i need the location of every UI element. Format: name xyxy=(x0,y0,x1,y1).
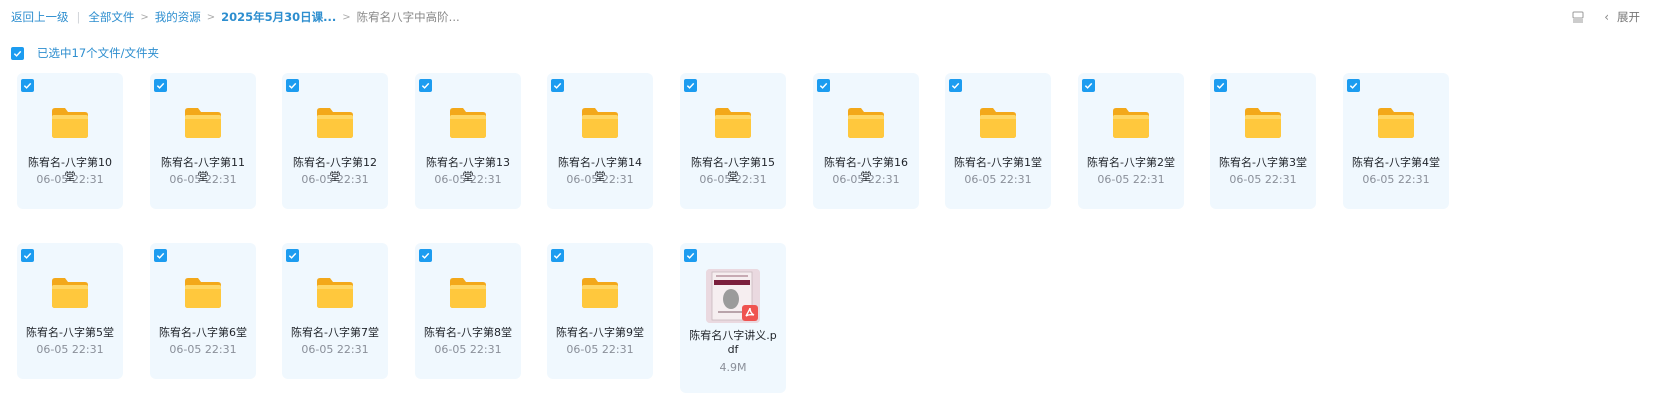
chevron-left-icon: ‹ xyxy=(1604,10,1609,24)
folder-card[interactable]: 陈宥名-八字第4堂 06-05 22:31 xyxy=(1343,73,1449,209)
checkbox-checked-icon[interactable] xyxy=(21,79,34,92)
folder-icon xyxy=(1376,105,1416,145)
folder-card[interactable]: 陈宥名-八字第5堂 06-05 22:31 xyxy=(17,243,123,379)
modified-time: 06-05 22:31 xyxy=(301,343,369,356)
folder-card[interactable]: 陈宥名-八字第3堂 06-05 22:31 xyxy=(1210,73,1316,209)
modified-time: 06-05 22:31 xyxy=(36,173,104,186)
modified-time: 06-05 22:31 xyxy=(434,343,502,356)
chevron-right-icon: > xyxy=(206,11,216,23)
breadcrumb-item-current: 陈宥名八字中高阶... xyxy=(356,10,460,24)
folder-icon xyxy=(183,275,223,315)
folder-card[interactable]: 陈宥名-八字第9堂 06-05 22:31 xyxy=(547,243,653,379)
checkbox-checked-icon[interactable] xyxy=(1214,79,1227,92)
folder-card[interactable]: 陈宥名-八字第13堂 06-05 22:31 xyxy=(415,73,521,209)
folder-card[interactable]: 陈宥名-八字第15堂 06-05 22:31 xyxy=(680,73,786,209)
checkbox-checked-icon[interactable] xyxy=(21,249,34,262)
checkbox-checked-icon[interactable] xyxy=(551,79,564,92)
folder-icon xyxy=(50,105,90,145)
folder-card[interactable]: 陈宥名-八字第12堂 06-05 22:31 xyxy=(282,73,388,209)
expand-label: 展开 xyxy=(1617,10,1640,24)
folder-icon xyxy=(448,275,488,315)
modified-time: 06-05 22:31 xyxy=(1229,173,1297,186)
back-link[interactable]: 返回上一级 xyxy=(11,9,69,25)
top-bar: 返回上一级 | 全部文件 > 我的资源 > 2025年5月30日课... > 陈… xyxy=(0,0,1656,34)
select-all-checkbox[interactable] xyxy=(11,46,24,60)
pdf-thumbnail xyxy=(706,269,760,323)
modified-time: 06-05 22:31 xyxy=(1362,173,1430,186)
modified-time: 06-05 22:31 xyxy=(169,173,237,186)
file-name: 陈宥名-八字第1堂 xyxy=(954,156,1042,169)
view-tools: ‹ 展开 xyxy=(1570,9,1640,25)
modified-time: 06-05 22:31 xyxy=(699,173,767,186)
selection-count: 已选中17个文件/文件夹 xyxy=(37,46,160,60)
folder-icon xyxy=(580,275,620,315)
file-name: 陈宥名-八字第4堂 xyxy=(1352,156,1440,169)
modified-time: 06-05 22:31 xyxy=(566,173,634,186)
folder-card[interactable]: 陈宥名-八字第10堂 06-05 22:31 xyxy=(17,73,123,209)
checkbox-checked-icon[interactable] xyxy=(684,249,697,262)
checkbox-checked-icon[interactable] xyxy=(1082,79,1095,92)
separator: | xyxy=(76,10,81,24)
folder-icon xyxy=(183,105,223,145)
modified-time: 06-05 22:31 xyxy=(434,173,502,186)
file-card-pdf[interactable]: 陈宥名八字讲义.pdf 4.9M xyxy=(680,243,786,393)
folder-icon xyxy=(713,105,753,145)
folder-icon xyxy=(315,105,355,145)
checkbox-checked-icon[interactable] xyxy=(551,249,564,262)
folder-card[interactable]: 陈宥名-八字第6堂 06-05 22:31 xyxy=(150,243,256,379)
folder-card[interactable]: 陈宥名-八字第14堂 06-05 22:31 xyxy=(547,73,653,209)
file-name: 陈宥名八字讲义.pdf xyxy=(689,329,777,356)
modified-time: 06-05 22:31 xyxy=(566,343,634,356)
modified-time: 06-05 22:31 xyxy=(169,343,237,356)
expand-button[interactable]: ‹ 展开 xyxy=(1604,9,1640,25)
folder-icon xyxy=(50,275,90,315)
modified-time: 06-05 22:31 xyxy=(832,173,900,186)
folder-card[interactable]: 陈宥名-八字第16堂 06-05 22:31 xyxy=(813,73,919,209)
folder-card[interactable]: 陈宥名-八字第1堂 06-05 22:31 xyxy=(945,73,1051,209)
file-name: 陈宥名-八字第5堂 xyxy=(26,326,114,339)
modified-time: 06-05 22:31 xyxy=(36,343,104,356)
folder-icon xyxy=(1243,105,1283,145)
folder-icon xyxy=(580,105,620,145)
folder-icon xyxy=(315,275,355,315)
modified-time: 06-05 22:31 xyxy=(301,173,369,186)
breadcrumb-item-my-resources[interactable]: 我的资源 xyxy=(155,9,201,25)
checkbox-checked-icon[interactable] xyxy=(1347,79,1360,92)
checkbox-checked-icon[interactable] xyxy=(817,79,830,92)
checkbox-checked-icon[interactable] xyxy=(419,79,432,92)
chevron-right-icon: > xyxy=(140,11,149,23)
breadcrumb-item-course[interactable]: 2025年5月30日课... xyxy=(221,9,336,25)
folder-card[interactable]: 陈宥名-八字第2堂 06-05 22:31 xyxy=(1078,73,1184,209)
file-name: 陈宥名-八字第7堂 xyxy=(291,326,379,339)
file-name: 陈宥名-八字第3堂 xyxy=(1219,156,1307,169)
modified-time: 06-05 22:31 xyxy=(1097,173,1165,186)
checkbox-checked-icon[interactable] xyxy=(949,79,962,92)
folder-icon xyxy=(448,105,488,145)
folder-card[interactable]: 陈宥名-八字第8堂 06-05 22:31 xyxy=(415,243,521,379)
folder-card[interactable]: 陈宥名-八字第11堂 06-05 22:31 xyxy=(150,73,256,209)
file-name: 陈宥名-八字第8堂 xyxy=(424,326,512,339)
checkbox-checked-icon[interactable] xyxy=(419,249,432,262)
checkbox-checked-icon[interactable] xyxy=(286,79,299,92)
chevron-right-icon: > xyxy=(342,11,351,23)
modified-time: 06-05 22:31 xyxy=(964,173,1032,186)
breadcrumb: 返回上一级 | 全部文件 > 我的资源 > 2025年5月30日课... > 陈… xyxy=(11,9,460,25)
checkbox-checked-icon[interactable] xyxy=(286,249,299,262)
folder-card[interactable]: 陈宥名-八字第7堂 06-05 22:31 xyxy=(282,243,388,379)
checkbox-checked-icon[interactable] xyxy=(154,79,167,92)
selection-bar: 已选中17个文件/文件夹 xyxy=(11,45,159,61)
folder-icon xyxy=(978,105,1018,145)
checkbox-checked-icon[interactable] xyxy=(684,79,697,92)
file-name: 陈宥名-八字第9堂 xyxy=(556,326,644,339)
folder-icon xyxy=(1111,105,1151,145)
folder-icon xyxy=(846,105,886,145)
file-name: 陈宥名-八字第6堂 xyxy=(159,326,247,339)
file-name: 陈宥名-八字第2堂 xyxy=(1087,156,1175,169)
file-size: 4.9M xyxy=(719,361,747,374)
breadcrumb-item-all-files[interactable]: 全部文件 xyxy=(88,9,134,25)
list-view-icon[interactable] xyxy=(1570,9,1586,25)
checkbox-checked-icon[interactable] xyxy=(154,249,167,262)
